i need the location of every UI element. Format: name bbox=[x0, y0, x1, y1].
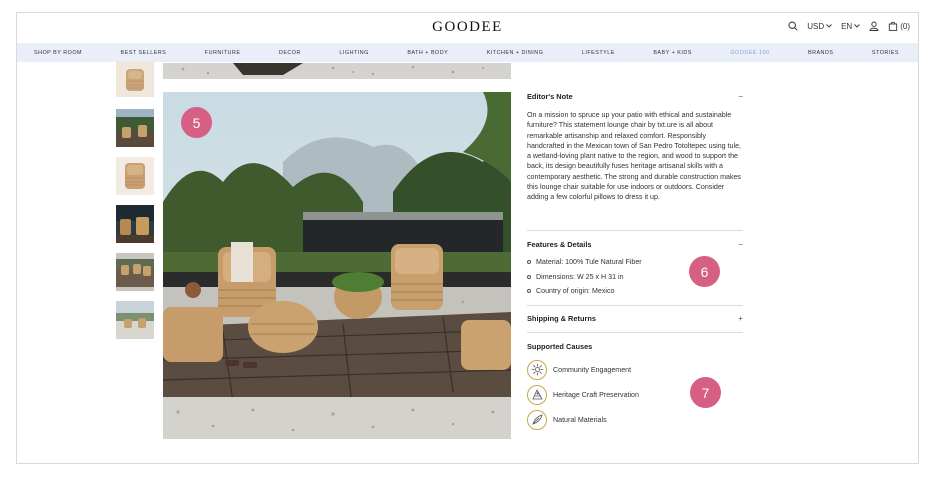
heritage-craft-icon bbox=[527, 384, 547, 405]
supported-causes-title: Supported Causes bbox=[527, 342, 593, 351]
collapse-toggle-icon[interactable]: − bbox=[738, 240, 743, 249]
search-icon[interactable] bbox=[788, 21, 798, 31]
features-list: Material: 100% Tule Natural Fiber Dimensi… bbox=[527, 255, 743, 299]
nav-item-shop-by-room[interactable]: SHOP BY ROOM bbox=[34, 50, 82, 56]
nav-item-furniture[interactable]: FURNITURE bbox=[205, 50, 241, 56]
cart-button[interactable]: (0) bbox=[888, 21, 910, 31]
nav-item-bath-body[interactable]: BATH + BODY bbox=[407, 50, 448, 56]
feature-text: Material: 100% Tule Natural Fiber bbox=[536, 258, 642, 267]
cause-item: Natural Materials bbox=[527, 407, 743, 432]
shipping-returns-header[interactable]: Shipping & Returns + bbox=[527, 314, 743, 323]
divider bbox=[527, 230, 743, 231]
chevron-down-icon bbox=[826, 24, 832, 28]
nav-item-lighting[interactable]: LIGHTING bbox=[339, 50, 368, 56]
language-select[interactable]: EN bbox=[841, 21, 861, 31]
cause-label: Natural Materials bbox=[553, 415, 607, 424]
editors-note-header[interactable]: Editor's Note − bbox=[527, 92, 743, 101]
thumbnail-2[interactable] bbox=[116, 109, 154, 147]
natural-materials-icon bbox=[527, 409, 547, 430]
bullet-icon bbox=[527, 289, 531, 294]
community-icon bbox=[527, 359, 547, 380]
nav-item-kitchen-dining[interactable]: KITCHEN + DINING bbox=[487, 50, 544, 56]
nav-item-goodee-100[interactable]: GOODEE 100 bbox=[730, 50, 769, 56]
top-bar: GOODEE USD EN (0) bbox=[17, 13, 918, 43]
feature-item: Material: 100% Tule Natural Fiber bbox=[527, 255, 743, 270]
divider bbox=[527, 332, 743, 333]
thumbnail-3[interactable] bbox=[116, 157, 154, 195]
features-header[interactable]: Features & Details − bbox=[527, 240, 743, 249]
currency-select[interactable]: USD bbox=[807, 22, 832, 31]
chevron-down-icon bbox=[854, 24, 861, 28]
language-label: EN bbox=[841, 21, 853, 31]
editors-note-body: On a mission to spruce up your patio wit… bbox=[527, 111, 741, 202]
nav-item-baby-kids[interactable]: BABY + KIDS bbox=[653, 50, 692, 56]
nav-item-brands[interactable]: BRANDS bbox=[808, 50, 833, 56]
nav-item-best-sellers[interactable]: BEST SELLERS bbox=[121, 50, 167, 56]
nav-item-stories[interactable]: STORIES bbox=[872, 50, 899, 56]
nav-item-lifestyle[interactable]: LIFESTYLE bbox=[582, 50, 615, 56]
nav-item-decor[interactable]: DECOR bbox=[279, 50, 301, 56]
currency-label: USD bbox=[807, 21, 825, 31]
thumbnail-1[interactable] bbox=[116, 61, 154, 97]
main-nav: SHOP BY ROOM BEST SELLERS FURNITURE DECOR LI… bbox=[17, 43, 918, 62]
previous-image-strip bbox=[163, 63, 511, 79]
divider bbox=[527, 305, 743, 306]
feature-text: Country of origin: Mexico bbox=[536, 287, 615, 296]
main-product-image[interactable] bbox=[163, 92, 511, 439]
editors-note-title: Editor's Note bbox=[527, 92, 573, 101]
features-title: Features & Details bbox=[527, 240, 592, 249]
shipping-title: Shipping & Returns bbox=[527, 314, 596, 323]
feature-text: Dimensions: W 25 x H 31 in bbox=[536, 272, 624, 281]
expand-toggle-icon[interactable]: + bbox=[738, 314, 743, 323]
supported-causes-list: Community Engagement Heritage Craft Prese… bbox=[527, 357, 743, 432]
page-frame: GOODEE USD EN (0) SHOP BY ROOM BEST SELLE… bbox=[16, 12, 919, 464]
cart-count: (0) bbox=[900, 21, 910, 31]
thumbnail-4[interactable] bbox=[116, 205, 154, 243]
cause-label: Heritage Craft Preservation bbox=[553, 390, 639, 399]
supported-causes-header: Supported Causes bbox=[527, 342, 743, 351]
thumbnail-6[interactable] bbox=[116, 301, 154, 339]
collapse-toggle-icon[interactable]: − bbox=[738, 92, 743, 101]
site-logo[interactable]: GOODEE bbox=[432, 19, 503, 36]
bullet-icon bbox=[527, 274, 531, 279]
account-icon[interactable] bbox=[869, 21, 879, 31]
step-marker-5: 5 bbox=[181, 107, 212, 138]
header-utilities: USD EN (0) bbox=[788, 21, 910, 31]
feature-item: Country of origin: Mexico bbox=[527, 284, 743, 299]
bullet-icon bbox=[527, 260, 531, 265]
shopping-bag-icon bbox=[889, 21, 898, 31]
cause-label: Community Engagement bbox=[553, 365, 632, 374]
feature-item: Dimensions: W 25 x H 31 in bbox=[527, 270, 743, 285]
cause-item: Community Engagement bbox=[527, 357, 743, 382]
thumbnail-5[interactable] bbox=[116, 253, 154, 291]
cause-item: Heritage Craft Preservation bbox=[527, 382, 743, 407]
